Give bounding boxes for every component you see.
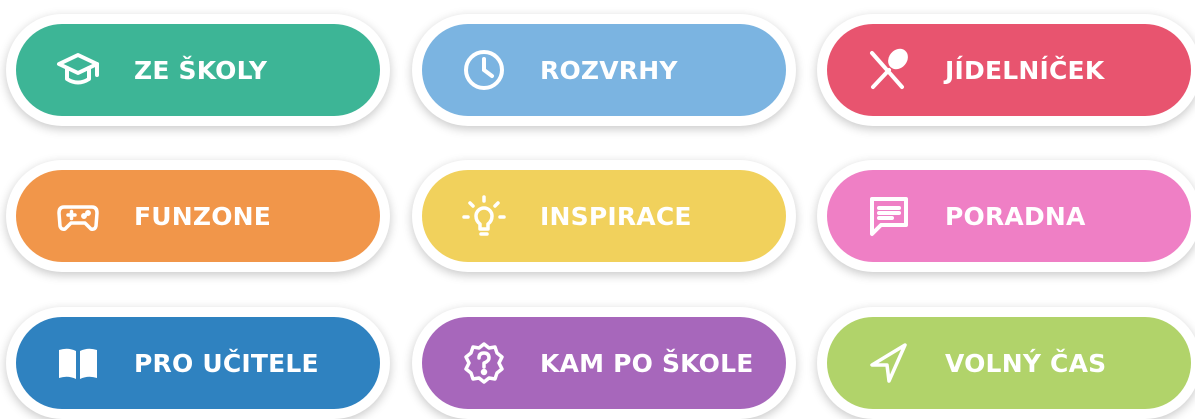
graduation-cap-icon (54, 46, 102, 94)
paper-plane-icon (865, 339, 913, 387)
menu-tile-kam-po-skole[interactable]: KAM PO ŠKOLE (412, 307, 796, 419)
menu-tile-label: JÍDELNÍČEK (945, 55, 1105, 85)
menu-tile-label: INSPIRACE (540, 201, 692, 231)
menu-tile-label: PRO UČITELE (134, 348, 319, 378)
menu-tile-pill: INSPIRACE (422, 170, 786, 262)
menu-tile-poradna[interactable]: PORADNA (817, 160, 1195, 272)
menu-tile-label: PORADNA (945, 201, 1086, 231)
question-badge-icon (460, 339, 508, 387)
clock-icon (460, 46, 508, 94)
menu-tile-label: ZE ŠKOLY (134, 55, 268, 85)
menu-grid: ZE ŠKOLY ROZVRHY JÍDELNÍČEK FUNZONE INSP… (0, 0, 1195, 419)
menu-tile-pro-ucitele[interactable]: PRO UČITELE (6, 307, 390, 419)
open-book-icon (54, 339, 102, 387)
menu-tile-label: VOLNÝ ČAS (945, 348, 1107, 378)
menu-tile-jidelnicek[interactable]: JÍDELNÍČEK (817, 14, 1195, 126)
menu-tile-ze-skoly[interactable]: ZE ŠKOLY (6, 14, 390, 126)
menu-tile-pill: KAM PO ŠKOLE (422, 317, 786, 409)
menu-tile-pill: FUNZONE (16, 170, 380, 262)
menu-tile-label: FUNZONE (134, 201, 272, 231)
fork-spoon-icon (865, 46, 913, 94)
menu-tile-pill: PORADNA (827, 170, 1191, 262)
menu-tile-funzone[interactable]: FUNZONE (6, 160, 390, 272)
menu-tile-label: ROZVRHY (540, 55, 678, 85)
menu-tile-pill: ZE ŠKOLY (16, 24, 380, 116)
menu-tile-pill: PRO UČITELE (16, 317, 380, 409)
gamepad-icon (54, 192, 102, 240)
menu-tile-volny-cas[interactable]: VOLNÝ ČAS (817, 307, 1195, 419)
menu-tile-pill: VOLNÝ ČAS (827, 317, 1191, 409)
lightbulb-icon (460, 192, 508, 240)
menu-tile-rozvrhy[interactable]: ROZVRHY (412, 14, 796, 126)
menu-tile-inspirace[interactable]: INSPIRACE (412, 160, 796, 272)
menu-tile-label: KAM PO ŠKOLE (540, 348, 754, 378)
menu-tile-pill: ROZVRHY (422, 24, 786, 116)
chat-bubble-icon (865, 192, 913, 240)
menu-tile-pill: JÍDELNÍČEK (827, 24, 1191, 116)
